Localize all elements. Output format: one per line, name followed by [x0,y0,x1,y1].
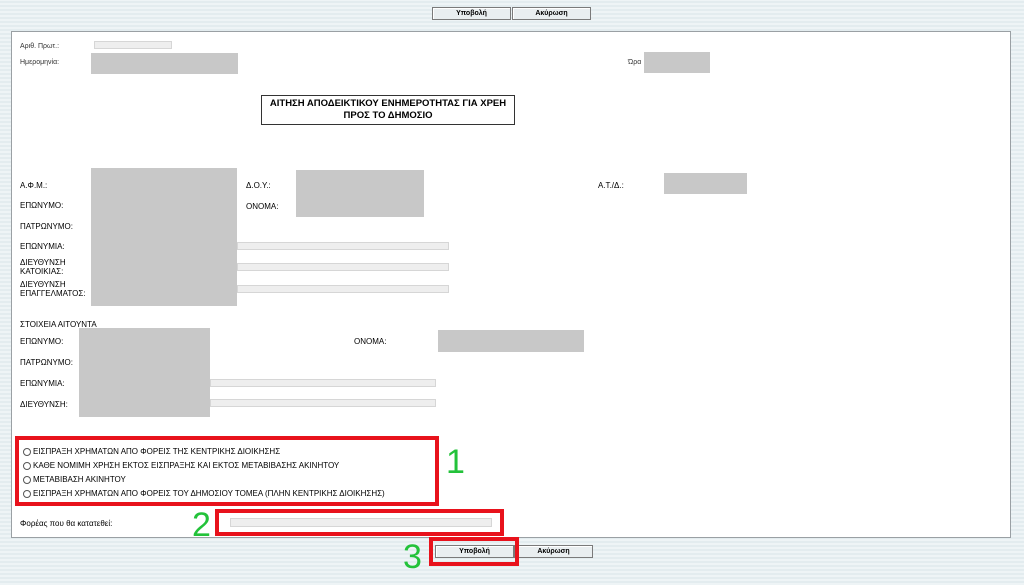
home-address-field[interactable] [237,263,449,271]
taxpayer-business-field[interactable] [237,242,449,250]
atd-redacted [664,173,747,194]
protocol-field[interactable] [94,41,172,49]
atd-label: Α.Τ./Δ.: [598,181,624,190]
annotation-box-3 [429,537,519,566]
applicant-father-label: ΠΑΤΡΩΝΥΜΟ: [20,358,73,367]
annotation-number-2: 2 [192,506,211,544]
date-redacted [91,53,238,74]
annotation-box-1 [15,436,439,506]
submit-button-top[interactable]: Υποβολή [432,7,511,20]
taxpayer-surname-label: ΕΠΩΝΥΜΟ: [20,201,64,210]
applicant-name-redacted [438,330,584,352]
time-label: Ώρα [628,59,642,66]
taxpayer-father-label: ΠΑΤΡΩΝΥΜΟ: [20,222,73,231]
home-address-label: ΔΙΕΥΘΥΝΣΗ ΚΑΤΟΙΚΙΑΣ: [20,258,66,276]
recipient-label: Φορέας που θα κατατεθεί: [20,519,113,528]
applicant-address-label: ΔΙΕΥΘΥΝΣΗ: [20,400,68,409]
afm-label: Α.Φ.Μ.: [20,181,48,190]
applicant-address-field[interactable] [210,399,436,407]
work-address-field[interactable] [237,285,449,293]
doy-label: Δ.Ο.Υ.: [246,181,271,190]
form-title: ΑΙΤΗΣΗ ΑΠΟΔΕΙΚΤΙΚΟΥ ΕΝΗΜΕΡΟΤΗΤΑΣ ΓΙΑ ΧΡΕ… [261,95,515,125]
annotation-box-2 [215,509,504,536]
applicant-left-redacted [79,328,210,417]
work-address-label: ΔΙΕΥΘΥΝΣΗ ΕΠΑΓΓΕΛΜΑΤΟΣ: [20,280,86,298]
date-label: Ημερομηνία: [20,59,60,66]
protocol-label: Αριθ. Πρωτ.: [20,43,60,50]
annotation-number-1: 1 [446,443,465,481]
cancel-button-top[interactable]: Ακύρωση [512,7,591,20]
taxpayer-left-redacted [91,168,237,306]
applicant-surname-label: ΕΠΩΝΥΜΟ: [20,337,64,346]
doy-name-redacted [296,170,424,217]
annotation-number-3: 3 [403,538,422,576]
applicant-business-field[interactable] [210,379,436,387]
applicant-business-label: ΕΠΩΝΥΜΙΑ: [20,379,65,388]
taxpayer-name-label: ΟΝΟΜΑ: [246,202,279,211]
time-redacted [644,52,710,73]
cancel-button-bottom[interactable]: Ακύρωση [514,545,593,558]
applicant-name-label: ΟΝΟΜΑ: [354,337,387,346]
taxpayer-business-label: ΕΠΩΝΥΜΙΑ: [20,242,65,251]
